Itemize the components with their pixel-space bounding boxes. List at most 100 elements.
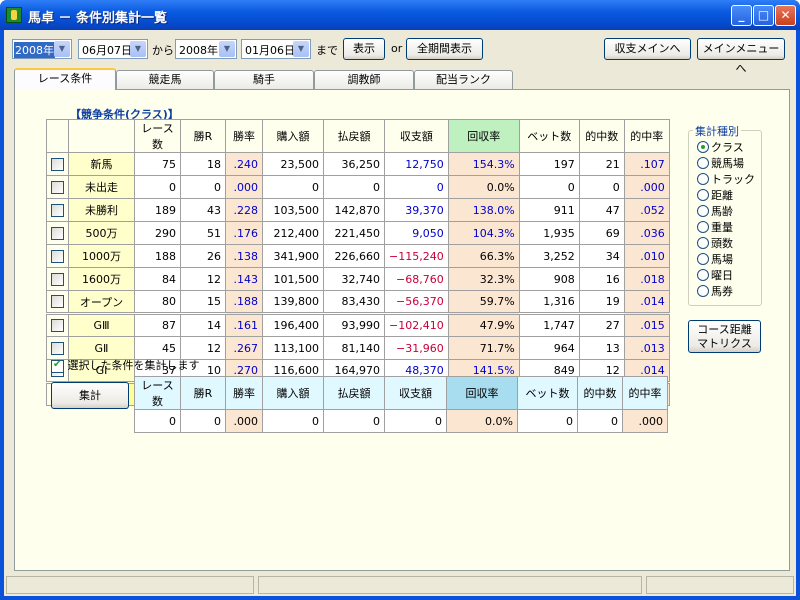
table-cell: 32.3% — [447, 267, 520, 291]
table-cell: 84 — [134, 267, 181, 291]
summary-type-option[interactable]: 距離 — [697, 187, 733, 202]
to-date-value: 01月06日 — [245, 44, 295, 57]
from-date-select[interactable]: 06月07日 ▼ — [78, 39, 148, 59]
row-checkbox[interactable] — [51, 203, 64, 217]
tab-trainer[interactable]: 調教師 — [314, 70, 414, 89]
radio-icon[interactable] — [697, 173, 709, 185]
table-cell: 0 — [180, 175, 226, 199]
radio-icon[interactable] — [697, 141, 709, 153]
table-cell: 34 — [578, 244, 625, 268]
kara-label: から — [152, 44, 174, 57]
table-cell: .015 — [623, 312, 670, 337]
minimize-icon[interactable]: _ — [731, 5, 752, 26]
table-row[interactable]: 未勝利 189 43.228 103,500 142,870 39,370 138.0% 91… — [46, 198, 670, 222]
table-cell: 69 — [578, 221, 625, 245]
summary-type-option[interactable]: 馬齢 — [697, 203, 733, 218]
aggregate-checkbox-label: 選択した条件を集計します — [67, 359, 200, 372]
balance-main-button[interactable]: 収支メインへ — [604, 38, 691, 60]
col-header: 払戻額 — [323, 119, 385, 153]
show-button[interactable]: 表示 — [343, 38, 385, 60]
title-bar[interactable]: 馬卓 － 条件別集計一覧 _ □ ✕ — [0, 0, 800, 30]
col-header: 払戻額 — [323, 376, 385, 410]
from-year-select[interactable]: 2008年 ▼ — [12, 39, 72, 59]
summary-type-option[interactable]: 曜日 — [697, 267, 733, 282]
col-header: レース数 — [134, 376, 181, 410]
table-cell: .138 — [225, 244, 263, 268]
status-panel — [6, 576, 254, 594]
table-row[interactable]: 未出走 0 0.000 0 0 0 0.0% 0 0.000 — [46, 175, 670, 199]
summary-type-option-label: 頭数 — [711, 237, 733, 250]
aggregate-cell: 0.0% — [446, 409, 518, 433]
aggregate-cell: 0 — [384, 409, 447, 433]
aggregate-checkbox[interactable]: 選択した条件を集計します — [51, 357, 200, 373]
chevron-down-icon[interactable]: ▼ — [219, 41, 235, 57]
table-cell: 188 — [134, 244, 181, 268]
table-cell: −56,370 — [384, 290, 449, 314]
table-cell: 18 — [180, 152, 226, 176]
summary-type-option[interactable]: 馬券 — [697, 283, 733, 298]
row-checkbox[interactable] — [51, 157, 64, 171]
table-cell: 1,316 — [518, 290, 580, 314]
row-checkbox[interactable] — [51, 249, 64, 263]
row-checkbox[interactable] — [51, 319, 64, 333]
col-header: 勝R — [180, 376, 226, 410]
tab-race-condition[interactable]: レース条件 — [14, 68, 116, 90]
table-cell: 80 — [134, 290, 181, 314]
radio-icon[interactable] — [697, 253, 709, 265]
summary-type-option[interactable]: 競馬場 — [697, 155, 744, 170]
radio-icon[interactable] — [697, 157, 709, 169]
table-cell: 3,252 — [518, 244, 580, 268]
course-matrix-button[interactable]: コース距離 マトリクス — [688, 320, 761, 353]
table-cell: 93,990 — [323, 312, 385, 337]
row-checkbox[interactable] — [51, 341, 64, 355]
to-year-select[interactable]: 2008年 ▼ — [175, 39, 237, 59]
table-row[interactable]: 1600万 84 12.143 101,500 32,740 −68,760 32.3% 90… — [46, 267, 670, 291]
checkbox-icon[interactable] — [51, 359, 64, 373]
maximize-icon[interactable]: □ — [753, 5, 774, 26]
table-row[interactable]: GⅢ 87 14.161 196,400 93,990 −102,410 47.9% 1,74… — [46, 312, 670, 337]
col-header: 的中数 — [577, 376, 623, 410]
from-date-value: 06月07日 — [82, 44, 132, 57]
row-checkbox[interactable] — [51, 295, 64, 309]
table-cell: 189 — [134, 198, 181, 222]
radio-icon[interactable] — [697, 189, 709, 201]
from-year-value: 2008年 — [14, 42, 55, 58]
radio-icon[interactable] — [697, 237, 709, 249]
aggregate-button[interactable]: 集計 — [51, 382, 129, 409]
table-cell: 0 — [384, 175, 449, 199]
row-checkbox[interactable] — [51, 272, 64, 286]
table-cell: 23,500 — [262, 152, 324, 176]
row-name: GⅢ — [68, 312, 135, 337]
table-cell: −31,960 — [384, 336, 449, 360]
tab-horse[interactable]: 競走馬 — [116, 70, 214, 89]
table-row[interactable]: 500万 290 51.176 212,400 221,450 9,050 104.3% 1,… — [46, 221, 670, 245]
close-icon[interactable]: ✕ — [775, 5, 796, 26]
chevron-down-icon[interactable]: ▼ — [130, 41, 146, 57]
table-row[interactable]: 1000万 188 26.138 341,900 226,660 −115,240 66.3… — [46, 244, 670, 268]
table-row[interactable]: 新馬 75 18.240 23,500 36,250 12,750 154.3% 197 21.… — [46, 152, 670, 176]
to-date-select[interactable]: 01月06日 ▼ — [241, 39, 311, 59]
radio-icon[interactable] — [697, 221, 709, 233]
table-cell: 103,500 — [262, 198, 324, 222]
radio-icon[interactable] — [697, 205, 709, 217]
tab-payout-rank[interactable]: 配当ランク — [414, 70, 513, 89]
summary-type-option[interactable]: 馬場 — [697, 251, 733, 266]
chevron-down-icon[interactable]: ▼ — [293, 41, 309, 57]
row-checkbox[interactable] — [51, 226, 64, 240]
table-cell: 142,870 — [323, 198, 385, 222]
summary-type-option[interactable]: 重量 — [697, 219, 733, 234]
summary-type-option[interactable]: クラス — [697, 139, 744, 154]
summary-type-option[interactable]: 頭数 — [697, 235, 733, 250]
tab-jockey[interactable]: 騎手 — [214, 70, 314, 89]
main-menu-button[interactable]: メインメニューへ — [697, 38, 785, 75]
radio-icon[interactable] — [697, 285, 709, 297]
row-checkbox[interactable] — [51, 180, 64, 194]
table-row[interactable]: オープン 80 15.188 139,800 83,430 −56,370 59.7% 1,3… — [46, 290, 670, 314]
table-cell: 908 — [518, 267, 580, 291]
chevron-down-icon[interactable]: ▼ — [54, 41, 70, 57]
table-cell: 9,050 — [384, 221, 449, 245]
table-header-row: レース数 勝R 勝率 購入額 払戻額 収支額 回収率 ベット数 的中数 的中率 — [46, 119, 670, 153]
all-period-button[interactable]: 全期間表示 — [406, 38, 483, 60]
summary-type-option[interactable]: トラック — [697, 171, 755, 186]
radio-icon[interactable] — [697, 269, 709, 281]
